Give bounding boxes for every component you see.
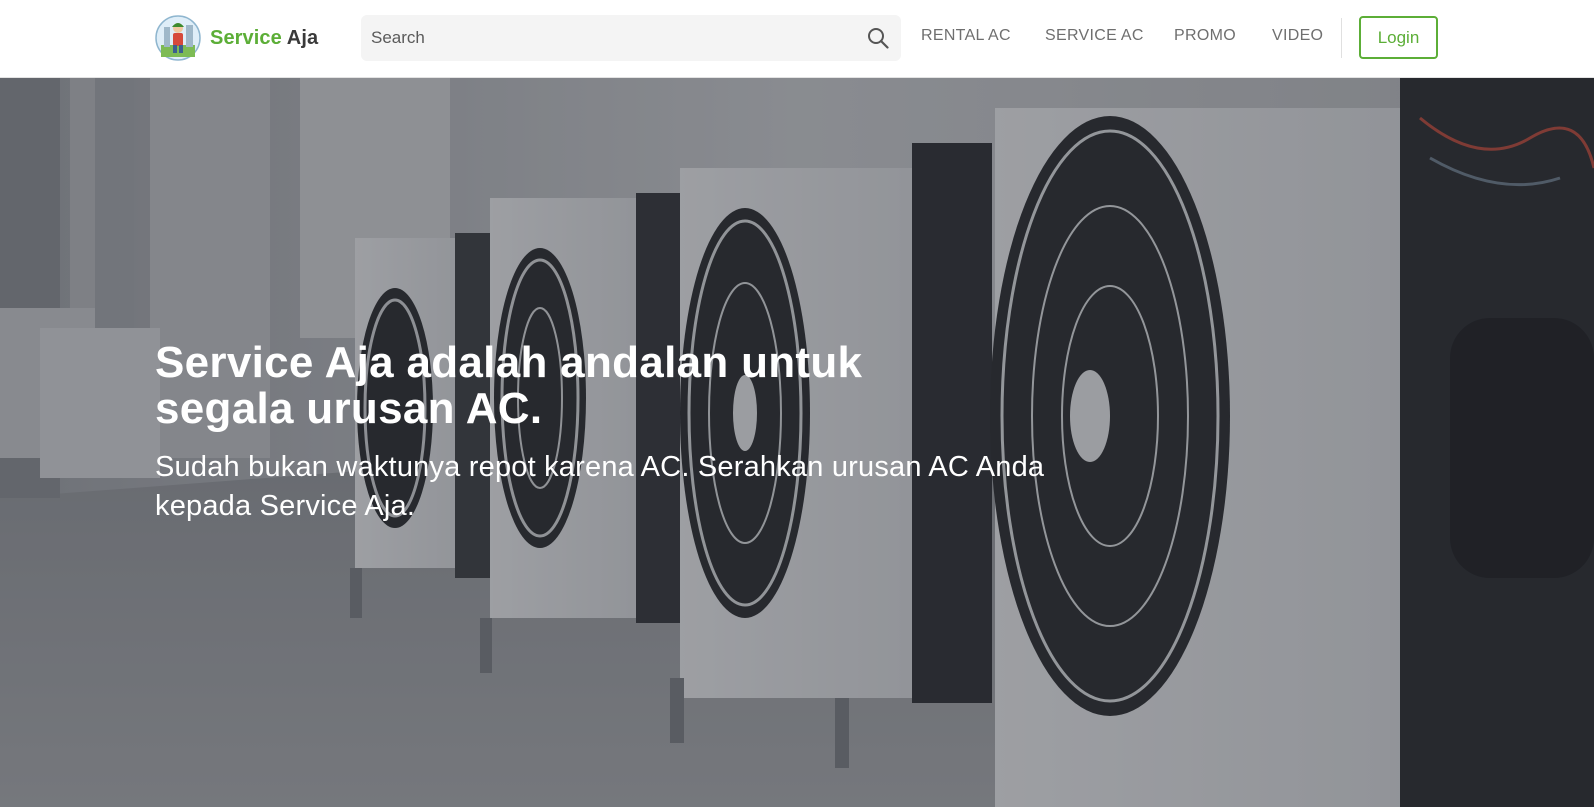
hero-subtitle: Sudah bukan waktunya repot karena AC. Se… <box>155 451 1045 522</box>
nav-rental-ac[interactable]: RENTAL AC <box>921 27 1011 45</box>
hero-dark-overlay <box>0 78 1594 807</box>
search-icon[interactable] <box>855 15 901 61</box>
login-button[interactable]: Login <box>1359 16 1438 59</box>
hero-title: Service Aja adalah andalan untuk segala … <box>155 338 863 433</box>
brand-name: Service Aja <box>210 27 318 50</box>
nav-promo[interactable]: PROMO <box>1174 27 1236 45</box>
brand-name-word2: Aja <box>286 26 319 49</box>
site-header: Service Aja RENTAL AC SERVICE AC PROMO V… <box>0 0 1594 78</box>
hero-banner: Service Aja adalah andalan untuk segala … <box>0 78 1594 807</box>
search-bar <box>361 15 901 61</box>
nav-service-ac[interactable]: SERVICE AC <box>1045 27 1144 45</box>
brand-home-link[interactable]: Service Aja <box>155 14 318 62</box>
mascot-logo-icon <box>155 15 201 61</box>
nav-video[interactable]: VIDEO <box>1272 27 1323 45</box>
nav-divider <box>1341 18 1342 58</box>
search-input[interactable] <box>361 15 855 61</box>
brand-name-word1: Service <box>210 26 282 49</box>
